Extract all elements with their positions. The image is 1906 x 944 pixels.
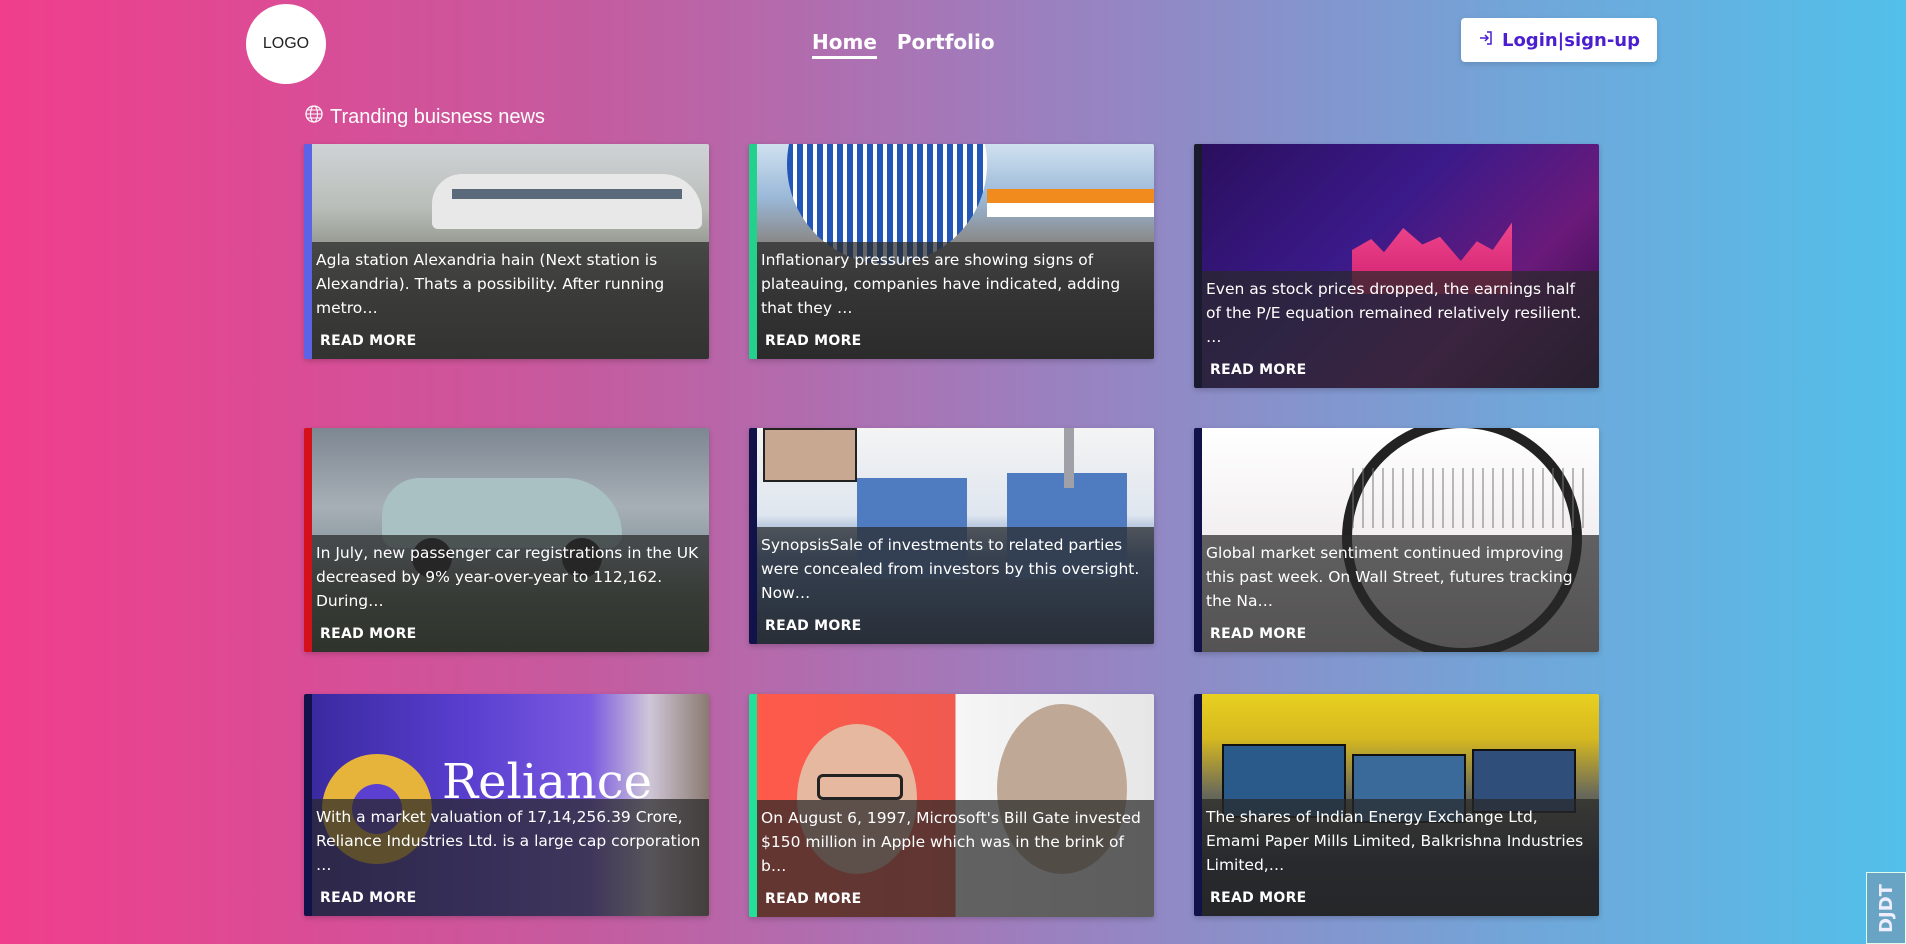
login-label: Login|sign-up bbox=[1501, 29, 1641, 51]
news-card[interactable]: Reliance With a market valuation of 17,1… bbox=[304, 694, 709, 916]
card-stripe bbox=[304, 428, 312, 652]
read-more-link[interactable]: READ MORE bbox=[765, 618, 862, 634]
card-stripe bbox=[749, 428, 757, 644]
main-nav: Home Portfolio bbox=[812, 30, 995, 59]
card-stripe bbox=[304, 144, 312, 359]
card-stripe bbox=[304, 694, 312, 916]
read-more-link[interactable]: READ MORE bbox=[320, 890, 417, 906]
news-card[interactable]: In July, new passenger car registrations… bbox=[304, 428, 709, 652]
section-title: Tranding buisness news bbox=[304, 104, 545, 130]
card-overlay: The shares of Indian Energy Exchange Ltd… bbox=[1202, 799, 1599, 916]
news-card[interactable]: Inflationary pressures are showing signs… bbox=[749, 144, 1154, 359]
card-summary: Inflationary pressures are showing signs… bbox=[761, 251, 1121, 317]
card-overlay: SynopsisSale of investments to related p… bbox=[757, 527, 1154, 644]
read-more-link[interactable]: READ MORE bbox=[320, 333, 417, 349]
nav-portfolio-link[interactable]: Portfolio bbox=[897, 30, 995, 59]
card-summary: In July, new passenger car registrations… bbox=[316, 544, 699, 610]
card-summary: SynopsisSale of investments to related p… bbox=[761, 536, 1140, 602]
card-summary: The shares of Indian Energy Exchange Ltd… bbox=[1206, 808, 1584, 874]
card-summary: On August 6, 1997, Microsoft's Bill Gate… bbox=[761, 809, 1141, 875]
card-summary: With a market valuation of 17,14,256.39 … bbox=[316, 808, 701, 874]
card-overlay: Global market sentiment continued improv… bbox=[1202, 535, 1599, 652]
nav-home-link[interactable]: Home bbox=[812, 30, 877, 59]
read-more-link[interactable]: READ MORE bbox=[1210, 626, 1307, 642]
news-card[interactable]: Even as stock prices dropped, the earnin… bbox=[1194, 144, 1599, 388]
card-stripe bbox=[749, 694, 757, 917]
login-signup-button[interactable]: Login|sign-up bbox=[1461, 18, 1657, 62]
card-overlay: Even as stock prices dropped, the earnin… bbox=[1202, 271, 1599, 388]
debug-toolbar-toggle[interactable]: DJDT bbox=[1866, 872, 1906, 944]
read-more-link[interactable]: READ MORE bbox=[1210, 890, 1307, 906]
card-stripe bbox=[1194, 144, 1202, 388]
card-stripe bbox=[1194, 428, 1202, 652]
logo[interactable]: LOGO bbox=[246, 4, 326, 84]
card-overlay: With a market valuation of 17,14,256.39 … bbox=[312, 799, 709, 916]
news-card[interactable]: Global market sentiment continued improv… bbox=[1194, 428, 1599, 652]
read-more-link[interactable]: READ MORE bbox=[1210, 362, 1307, 378]
card-summary: Agla station Alexandria hain (Next stati… bbox=[316, 251, 665, 317]
card-overlay: In July, new passenger car registrations… bbox=[312, 535, 709, 652]
card-summary: Even as stock prices dropped, the earnin… bbox=[1206, 280, 1582, 346]
news-card[interactable]: The shares of Indian Energy Exchange Ltd… bbox=[1194, 694, 1599, 916]
card-overlay: Inflationary pressures are showing signs… bbox=[757, 242, 1154, 359]
news-card[interactable]: Agla station Alexandria hain (Next stati… bbox=[304, 144, 709, 359]
card-overlay: Agla station Alexandria hain (Next stati… bbox=[312, 242, 709, 359]
globe-icon bbox=[304, 104, 324, 130]
card-summary: Global market sentiment continued improv… bbox=[1206, 544, 1573, 610]
read-more-link[interactable]: READ MORE bbox=[765, 333, 862, 349]
read-more-link[interactable]: READ MORE bbox=[765, 891, 862, 907]
card-stripe bbox=[749, 144, 757, 359]
sign-in-icon bbox=[1478, 30, 1494, 51]
news-card[interactable]: On August 6, 1997, Microsoft's Bill Gate… bbox=[749, 694, 1154, 917]
card-overlay: On August 6, 1997, Microsoft's Bill Gate… bbox=[757, 800, 1154, 917]
card-stripe bbox=[1194, 694, 1202, 916]
news-card[interactable]: SynopsisSale of investments to related p… bbox=[749, 428, 1154, 644]
read-more-link[interactable]: READ MORE bbox=[320, 626, 417, 642]
